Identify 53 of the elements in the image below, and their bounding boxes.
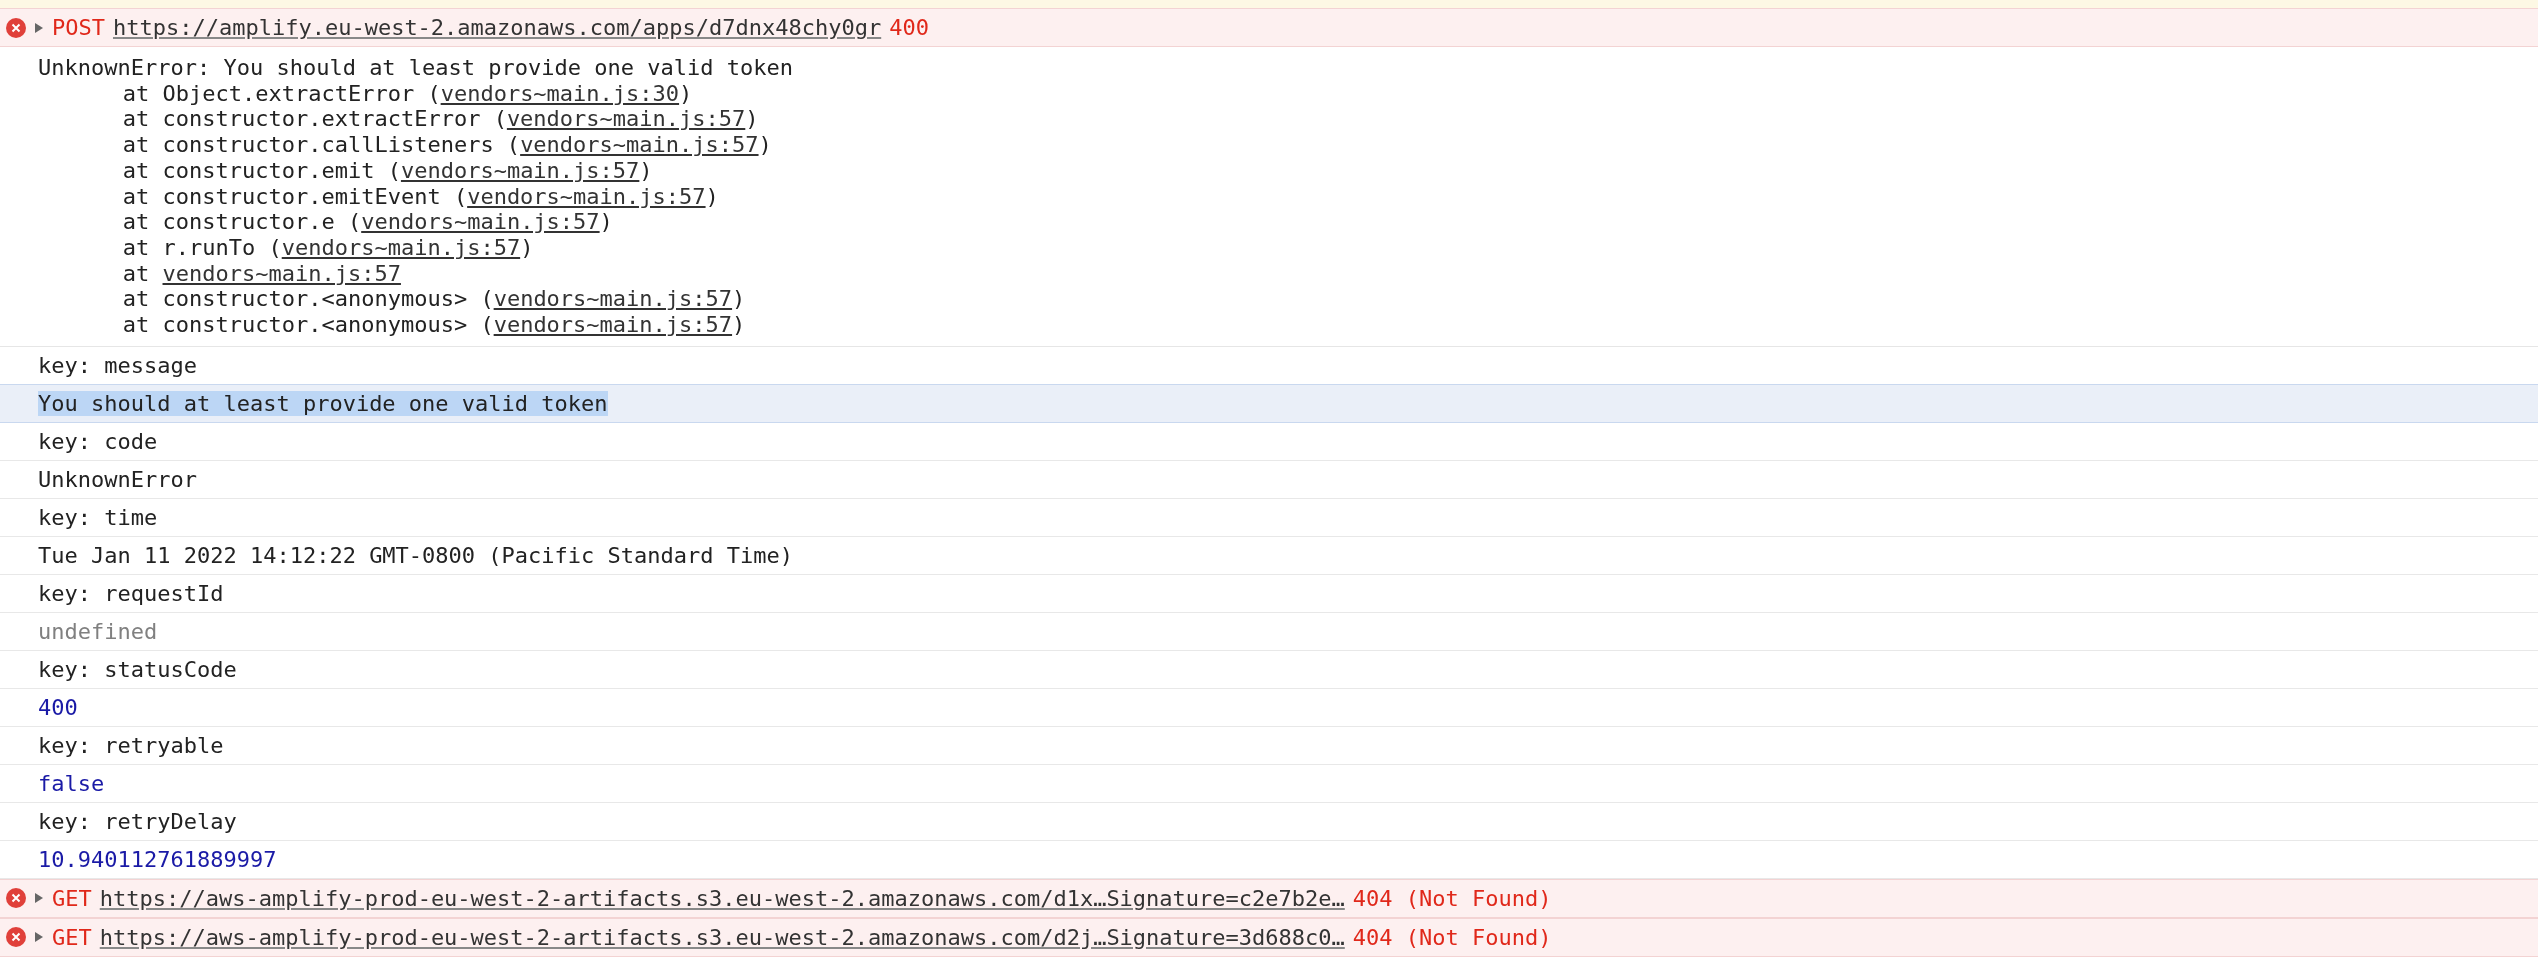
key-label: key: code [38,428,158,454]
key-label: key: retryDelay [38,808,237,834]
stack-frame: at r.runTo (vendors~main.js:57) [38,234,534,261]
expand-triangle-icon[interactable] [34,892,44,905]
expand-triangle-icon[interactable] [34,931,44,944]
error-icon [6,927,26,948]
key-label: key: message [38,352,197,378]
expand-triangle-icon[interactable] [34,21,44,34]
key-label: key: retryable [38,732,224,758]
stack-frame: at vendors~main.js:57 [38,260,401,287]
status-code: 404 (Not Found) [1352,924,1552,950]
status-code: 404 (Not Found) [1352,885,1552,911]
stack-frame: at constructor.emitEvent (vendors~main.js:57) [38,183,719,210]
stack-frame: at constructor.callListeners (vendors~main.js:57) [38,132,772,158]
source-link[interactable]: vendors~main.js:57 [520,132,759,158]
value-text: false [38,770,105,796]
value-text: 400 [38,694,78,720]
key-label: key: requestId [38,580,224,606]
source-link[interactable]: vendors~main.js:57 [493,312,733,338]
error-message: UnknownError: You should at least provide one valid token [38,55,793,81]
source-link[interactable]: vendors~main.js:30 [440,80,680,106]
source-link[interactable]: vendors~main.js:57 [281,234,521,260]
error-icon [6,17,26,38]
network-error-row[interactable]: POST https://amplify.eu-west-2.amazonaws.com/apps/d7dnx48chy0gr 400 [0,8,2538,47]
request-url-link[interactable]: https://aws-amplify-prod-eu-west-2-artifacts.s3.eu-west-2.amazonaws.com/d2j…Signature=3d688c0… [99,924,1345,950]
request-method: GET [52,885,92,911]
network-error-row[interactable]: GET https://aws-amplify-prod-eu-west-2-artifacts.s3.eu-west-2.amazonaws.com/d1x…Signature=c2e7b2e… 404 (Not Found) [0,878,2538,918]
value-text: You should at least provide one valid token [38,390,608,416]
source-link[interactable]: vendors~main.js:57 [400,157,640,183]
request-method: POST [52,15,105,40]
request-url-link[interactable]: https://aws-amplify-prod-eu-west-2-artifacts.s3.eu-west-2.amazonaws.com/d1x…Signature=c2e7b2e… [99,885,1345,911]
source-link[interactable]: vendors~main.js:57 [467,183,706,209]
key-label: key: time [38,504,158,530]
status-code: 400 [889,15,929,40]
source-link[interactable]: vendors~main.js:57 [162,260,401,286]
value-text: UnknownError [38,466,197,492]
request-url-link[interactable]: https://amplify.eu-west-2.amazonaws.com/apps/d7dnx48chy0gr [113,15,882,40]
error-icon [6,888,26,909]
stack-frame: at Object.extractError (vendors~main.js:30) [38,80,693,107]
source-link[interactable]: vendors~main.js:57 [361,209,600,235]
stack-frame: at constructor.e (vendors~main.js:57) [38,209,613,235]
source-link[interactable]: vendors~main.js:57 [506,106,746,132]
stack-frame: at constructor.emit (vendors~main.js:57) [38,157,653,184]
network-error-row[interactable]: GET https://aws-amplify-prod-eu-west-2-artifacts.s3.eu-west-2.amazonaws.com/d2j…Signature=3d688c0… 404 (Not Found) [0,917,2538,957]
stack-frame: at constructor.<anonymous> (vendors~main.js:57) [38,312,746,338]
stack-frame: at constructor.extractError (vendors~main.js:57) [38,106,759,133]
value-text: undefined [38,618,158,644]
stack-frame: at constructor.<anonymous> (vendors~main.js:57) [38,286,746,313]
source-link[interactable]: vendors~main.js:57 [493,286,733,312]
request-method: GET [52,924,92,950]
value-text: Tue Jan 11 2022 14:12:22 GMT-0800 (Pacific Standard Time) [38,542,793,568]
value-text: 10.940112761889997 [38,846,277,872]
key-label: key: statusCode [38,656,237,682]
